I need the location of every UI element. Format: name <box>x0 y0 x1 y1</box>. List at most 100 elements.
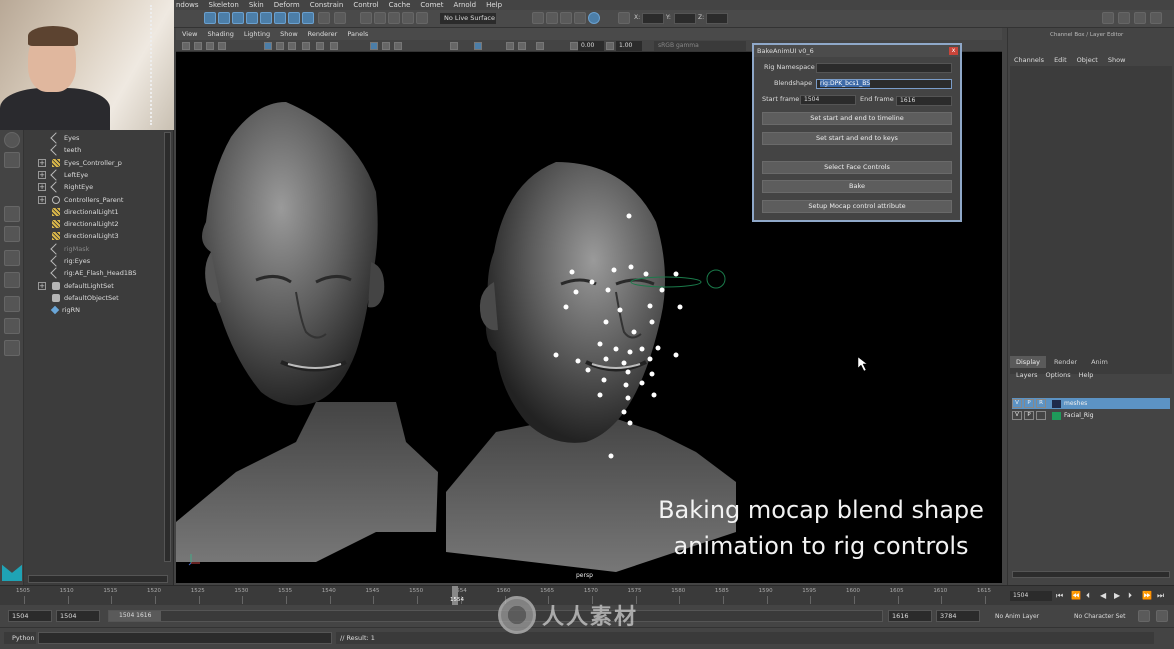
menu-skeleton[interactable]: Skeleton <box>209 0 239 10</box>
outliner-hscroll[interactable] <box>28 575 168 583</box>
hypershade-pane-icon[interactable] <box>4 318 20 334</box>
layer-p-toggle[interactable]: P <box>1024 411 1034 420</box>
render-frame-icon[interactable] <box>546 12 558 24</box>
grid-toggle-icon[interactable] <box>264 42 272 50</box>
live-surface-field[interactable]: No Live Surface <box>440 13 496 24</box>
shadows-icon[interactable] <box>450 42 458 50</box>
close-icon[interactable]: x <box>949 47 958 55</box>
camera-lock-icon[interactable] <box>194 42 202 50</box>
set-keys-button[interactable]: Set start and end to keys <box>762 132 952 145</box>
tab-display[interactable]: Display <box>1010 356 1046 368</box>
prev-key-icon[interactable]: ⏴ <box>1086 591 1090 601</box>
safe-action-icon[interactable] <box>330 42 338 50</box>
smooth-shade-icon[interactable] <box>370 42 378 50</box>
resolution-gate-icon[interactable] <box>288 42 296 50</box>
layer-color-swatch[interactable] <box>1052 411 1061 420</box>
exposure-field[interactable]: 0.00 <box>578 41 604 51</box>
end-frame-field[interactable]: 1616 <box>896 96 952 106</box>
menu-comet[interactable]: Comet <box>420 0 443 10</box>
bake-button[interactable]: Bake <box>762 180 952 193</box>
rotate-tool-icon[interactable] <box>260 12 272 24</box>
layer-v-toggle[interactable]: V <box>1012 399 1022 408</box>
expand-icon[interactable]: + <box>38 170 46 179</box>
vp-menu-panels[interactable]: Panels <box>347 28 368 40</box>
scene-end-field[interactable]: 3784 <box>936 610 980 622</box>
z-field[interactable] <box>706 13 728 24</box>
start-frame-field[interactable]: 1504 <box>800 95 856 105</box>
transform-mode-icon[interactable] <box>618 12 630 24</box>
vp-menu-shading[interactable]: Shading <box>207 28 233 40</box>
range-slider[interactable]: 1504 1616 <box>108 610 883 622</box>
menu-show[interactable]: Show <box>1108 56 1126 64</box>
menu-help[interactable]: Help <box>486 0 502 10</box>
workspace-icon[interactable] <box>1102 12 1114 24</box>
select-tool-icon[interactable] <box>204 12 216 24</box>
lasso-tool-icon[interactable] <box>218 12 230 24</box>
channel-area[interactable] <box>1010 66 1172 374</box>
menu-arnold[interactable]: Arnold <box>453 0 476 10</box>
color-space-dropdown[interactable]: sRGB gamma <box>654 41 746 51</box>
outliner-pane-icon[interactable] <box>4 272 20 288</box>
graph-pane-icon[interactable] <box>4 296 20 312</box>
snap-grid-icon[interactable] <box>288 12 300 24</box>
outliner-item[interactable]: + Controllers_Parent <box>38 194 123 206</box>
snap-curve-icon[interactable] <box>302 12 314 24</box>
toggle-tool-icon[interactable] <box>1134 12 1146 24</box>
gamma-field[interactable]: 1.00 <box>616 41 642 51</box>
menu-layer-help[interactable]: Help <box>1079 371 1094 379</box>
snap-live-icon[interactable] <box>402 12 414 24</box>
textured-icon[interactable] <box>394 42 402 50</box>
outliner-vscroll[interactable] <box>164 132 171 562</box>
lock-icon[interactable] <box>318 12 330 24</box>
next-key-icon[interactable]: ⏵ <box>1128 591 1132 601</box>
layer-row[interactable]: V P Rmeshes <box>1012 398 1170 409</box>
camera-select-icon[interactable] <box>182 42 190 50</box>
layer-hscroll[interactable] <box>1012 571 1170 578</box>
outliner-item[interactable]: teeth <box>50 144 81 156</box>
play-forward-icon[interactable]: ▶ <box>1114 591 1120 600</box>
layer-color-swatch[interactable] <box>1052 399 1061 408</box>
outliner-item[interactable]: rig:AE_Flash_Head1BS <box>50 267 136 279</box>
layer-r-toggle[interactable] <box>1036 411 1046 420</box>
auto-key-icon[interactable] <box>1138 610 1150 622</box>
outliner-item[interactable]: + defaultLightSet <box>38 280 114 292</box>
isolate-icon[interactable] <box>506 42 514 50</box>
menu-cache[interactable]: Cache <box>389 0 411 10</box>
expand-icon[interactable]: + <box>38 195 46 204</box>
vp-menu-renderer[interactable]: Renderer <box>308 28 338 40</box>
go-end-icon[interactable]: ⏭ <box>1157 591 1164 601</box>
vp-menu-view[interactable]: View <box>182 28 197 40</box>
x-field[interactable] <box>642 13 664 24</box>
field-chart-icon[interactable] <box>316 42 324 50</box>
hypershade-icon[interactable] <box>588 12 600 24</box>
select-tool-icon[interactable] <box>4 132 20 148</box>
menu-constrain[interactable]: Constrain <box>310 0 344 10</box>
menu-skin[interactable]: Skin <box>249 0 264 10</box>
menu-deform[interactable]: Deform <box>274 0 300 10</box>
menu-layers[interactable]: Layers <box>1016 371 1038 379</box>
character-set-dropdown[interactable]: No Character Set <box>1074 613 1125 620</box>
film-gate-icon[interactable] <box>276 42 284 50</box>
toggle-attr-icon[interactable] <box>1118 12 1130 24</box>
tab-render[interactable]: Render <box>1047 356 1084 368</box>
step-back-icon[interactable]: ⏪ <box>1071 591 1081 600</box>
step-forward-icon[interactable]: ⏩ <box>1142 591 1152 600</box>
tab-anim[interactable]: Anim <box>1085 356 1114 368</box>
current-frame-field[interactable]: 1504 <box>1010 591 1052 601</box>
menu-object[interactable]: Object <box>1077 56 1098 64</box>
go-start-icon[interactable]: ⏮ <box>1056 591 1063 601</box>
outliner-item[interactable]: + Eyes_Controller_p <box>38 157 122 169</box>
menu-options[interactable]: Options <box>1046 371 1071 379</box>
blendshape-field[interactable]: rig:DPK_bcs1_BS <box>816 79 952 89</box>
script-language-toggle[interactable]: Python <box>4 632 36 644</box>
anim-layer-dropdown[interactable]: No Anim Layer <box>995 613 1039 620</box>
render-settings-icon[interactable] <box>574 12 586 24</box>
wireframe-icon[interactable] <box>382 42 390 50</box>
dialog-title[interactable]: BakeAnimUI v0_6 <box>754 45 960 57</box>
playback-start-field[interactable]: 1504 <box>56 610 100 622</box>
gamma-icon[interactable] <box>606 42 614 50</box>
outliner-item[interactable]: rigMask <box>50 243 89 255</box>
lasso-tool-icon[interactable] <box>4 152 20 168</box>
four-pane-icon[interactable] <box>4 226 20 242</box>
command-input[interactable] <box>38 632 332 644</box>
